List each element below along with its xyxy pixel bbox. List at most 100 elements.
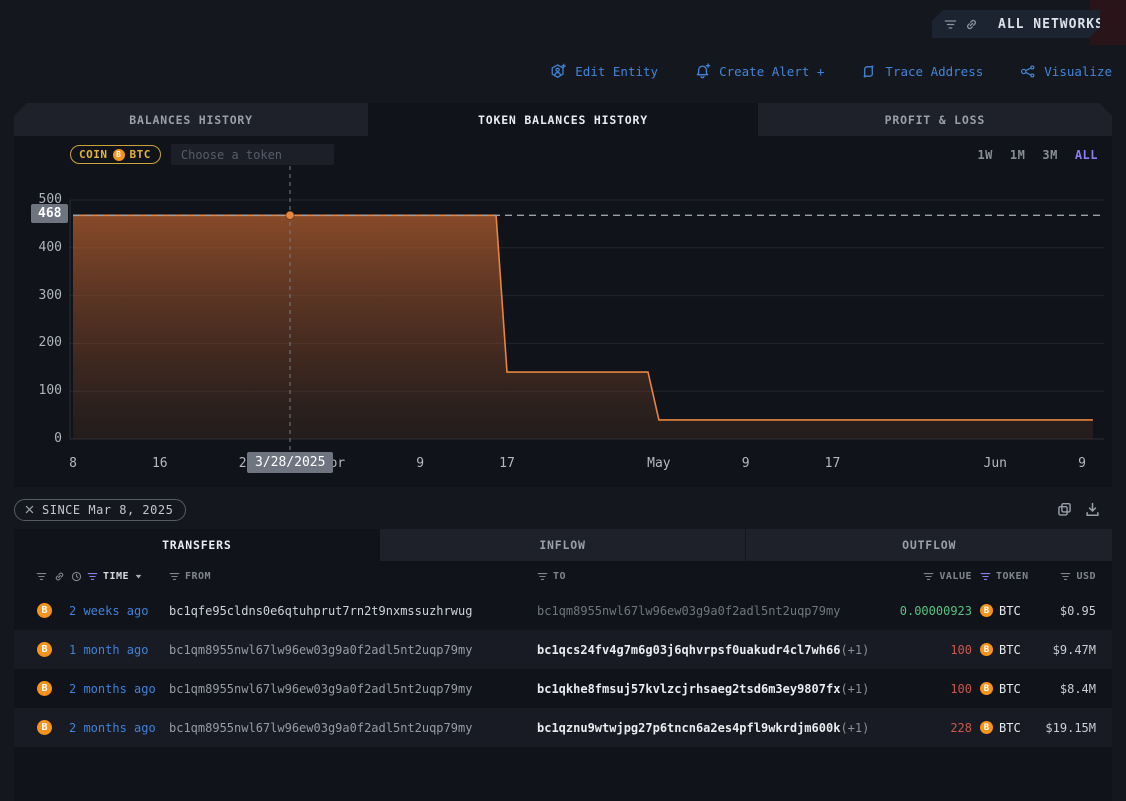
tab-inflow[interactable]: INFLOW bbox=[380, 529, 746, 561]
trace-address-label: Trace Address bbox=[885, 64, 983, 79]
from-address[interactable]: bc1qm8955nwl67lw96ew03g9a0f2adl5nt2uqp79… bbox=[169, 682, 537, 696]
token-symbol: BTC bbox=[999, 682, 1021, 696]
edit-entity-icon bbox=[550, 63, 567, 80]
since-date-filter-chip[interactable]: SINCE Mar 8, 2025 bbox=[14, 499, 186, 521]
from-address[interactable]: bc1qfe95cldns0e6qtuhprut7rn2t9nxmssuzhrw… bbox=[169, 604, 537, 618]
filter-icon[interactable] bbox=[169, 571, 180, 582]
transfer-row[interactable]: B 2 weeks ago bc1qfe95cldns0e6qtuhprut7r… bbox=[14, 591, 1112, 630]
filter-icon[interactable] bbox=[537, 571, 548, 582]
transfer-time-link[interactable]: 1 month ago bbox=[69, 643, 169, 657]
close-icon[interactable] bbox=[25, 505, 34, 514]
transfer-usd: $9.47M bbox=[1038, 643, 1096, 657]
filter-icon[interactable] bbox=[1060, 571, 1071, 582]
transfer-time-link[interactable]: 2 months ago bbox=[69, 682, 169, 696]
additional-recipients: (+1) bbox=[840, 643, 869, 657]
btc-token-chip[interactable]: COIN B BTC bbox=[70, 145, 161, 164]
tab-outflow[interactable]: OUTFLOW bbox=[745, 529, 1112, 561]
transfer-row[interactable]: B 2 months ago bc1qm8955nwl67lw96ew03g9a… bbox=[14, 669, 1112, 708]
to-column-label: TO bbox=[553, 571, 566, 582]
header-value[interactable]: VALUE bbox=[867, 571, 972, 582]
x-axis-label: 9 bbox=[1058, 456, 1106, 471]
area-series bbox=[73, 215, 1093, 439]
y-axis-label: 0 bbox=[14, 431, 62, 447]
from-address[interactable]: bc1qm8955nwl67lw96ew03g9a0f2adl5nt2uqp79… bbox=[169, 643, 537, 657]
transfer-value: 100 bbox=[867, 643, 972, 657]
hover-dot bbox=[286, 211, 294, 219]
filter-icon[interactable] bbox=[36, 571, 47, 582]
to-address[interactable]: bc1qcs24fv4g7m6g03j6qhvrpsf0uakudr4cl7wh… bbox=[537, 643, 867, 657]
choose-token-input[interactable] bbox=[171, 144, 334, 165]
history-tabs: BALANCES HISTORY TOKEN BALANCES HISTORY … bbox=[14, 103, 1112, 136]
range-1m[interactable]: 1M bbox=[1010, 148, 1025, 162]
time-column-label: TIME bbox=[103, 571, 129, 582]
range-1w[interactable]: 1W bbox=[977, 148, 992, 162]
balance-history-chart[interactable]: 010020030040050081624Apr917May917Jun9468… bbox=[14, 166, 1112, 487]
filter-icon[interactable] bbox=[980, 571, 991, 582]
to-address[interactable]: bc1qkhe8fmsuj57kvlzcjrhsaeg2tsd6m3ey9807… bbox=[537, 682, 867, 696]
y-axis-label: 100 bbox=[14, 383, 62, 399]
transfer-token[interactable]: BBTC bbox=[972, 643, 1038, 657]
tab-token-balances-history[interactable]: TOKEN BALANCES HISTORY bbox=[368, 103, 758, 136]
to-address[interactable]: bc1qm8955nwl67lw96ew03g9a0f2adl5nt2uqp79… bbox=[537, 604, 867, 618]
range-all[interactable]: ALL bbox=[1075, 148, 1098, 162]
transfer-value: 100 bbox=[867, 682, 972, 696]
transfer-usd: $0.95 bbox=[1038, 604, 1096, 618]
tab-transfers[interactable]: TRANSFERS bbox=[14, 529, 380, 561]
tab-balances-history[interactable]: BALANCES HISTORY bbox=[14, 103, 368, 136]
transfer-usd: $19.15M bbox=[1038, 721, 1096, 735]
from-address[interactable]: bc1qm8955nwl67lw96ew03g9a0f2adl5nt2uqp79… bbox=[169, 721, 537, 735]
entity-actions: Edit Entity Create Alert + Trace Address… bbox=[0, 58, 1112, 84]
to-address[interactable]: bc1qznu9wtwjpg27p6tncn6a2es4pfl9wkrdjm60… bbox=[537, 721, 867, 735]
coin-chip-label: COIN bbox=[79, 148, 108, 161]
tab-profit-loss[interactable]: PROFIT & LOSS bbox=[758, 103, 1112, 136]
transfer-value: 0.00000923 bbox=[867, 604, 972, 618]
filter-icon[interactable] bbox=[87, 571, 98, 582]
x-axis-label: 9 bbox=[722, 456, 770, 471]
header-leading-icons bbox=[14, 571, 69, 582]
transfer-row[interactable]: B 2 months ago bc1qm8955nwl67lw96ew03g9a… bbox=[14, 708, 1112, 747]
copy-icon[interactable] bbox=[1057, 502, 1072, 517]
create-alert-button[interactable]: Create Alert + bbox=[694, 63, 824, 80]
additional-recipients: (+1) bbox=[840, 721, 869, 735]
btc-icon: B bbox=[37, 720, 52, 735]
header-usd[interactable]: USD bbox=[1038, 571, 1096, 582]
x-axis-label: 9 bbox=[396, 456, 444, 471]
header-token[interactable]: TOKEN bbox=[972, 571, 1038, 582]
token-column-label: TOKEN bbox=[996, 571, 1029, 582]
visualize-button[interactable]: Visualize bbox=[1019, 63, 1112, 80]
header-to[interactable]: TO bbox=[537, 571, 867, 582]
x-axis-label: Jun bbox=[971, 456, 1019, 471]
transfer-token[interactable]: BBTC bbox=[972, 682, 1038, 696]
tab-label: OUTFLOW bbox=[902, 538, 956, 552]
link-icon bbox=[965, 18, 978, 31]
download-icon[interactable] bbox=[1085, 502, 1100, 517]
row-token-icon: B bbox=[14, 642, 69, 657]
link-icon[interactable] bbox=[54, 571, 65, 582]
since-filter-label: SINCE Mar 8, 2025 bbox=[42, 503, 173, 517]
transfer-token[interactable]: BBTC bbox=[972, 721, 1038, 735]
edit-entity-button[interactable]: Edit Entity bbox=[550, 63, 658, 80]
transfer-time-link[interactable]: 2 months ago bbox=[69, 721, 169, 735]
range-3m[interactable]: 3M bbox=[1042, 148, 1057, 162]
transfer-token[interactable]: BBTC bbox=[972, 604, 1038, 618]
header-time[interactable]: TIME bbox=[69, 571, 169, 582]
trace-address-button[interactable]: Trace Address bbox=[860, 63, 983, 80]
transfer-tabs: TRANSFERS INFLOW OUTFLOW bbox=[14, 529, 1112, 561]
transfer-time-link[interactable]: 2 weeks ago bbox=[69, 604, 169, 618]
bell-plus-icon bbox=[694, 63, 711, 80]
graph-nodes-icon bbox=[1019, 63, 1036, 80]
btc-icon: B bbox=[37, 603, 52, 618]
chart-canvas[interactable] bbox=[14, 166, 1112, 487]
transfer-row[interactable]: B 1 month ago bc1qm8955nwl67lw96ew03g9a0… bbox=[14, 630, 1112, 669]
trace-icon bbox=[860, 63, 877, 80]
x-axis-label: 16 bbox=[136, 456, 184, 471]
row-token-icon: B bbox=[14, 681, 69, 696]
all-networks-label: ALL NETWORKS bbox=[998, 17, 1104, 32]
header-from[interactable]: FROM bbox=[169, 571, 537, 582]
active-filters-row: SINCE Mar 8, 2025 bbox=[14, 497, 1112, 522]
btc-icon: B bbox=[37, 681, 52, 696]
filter-icon[interactable] bbox=[923, 571, 934, 582]
tab-label: PROFIT & LOSS bbox=[885, 113, 985, 127]
btc-icon: B bbox=[113, 149, 125, 161]
all-networks-button[interactable]: ALL NETWORKS bbox=[932, 10, 1100, 38]
